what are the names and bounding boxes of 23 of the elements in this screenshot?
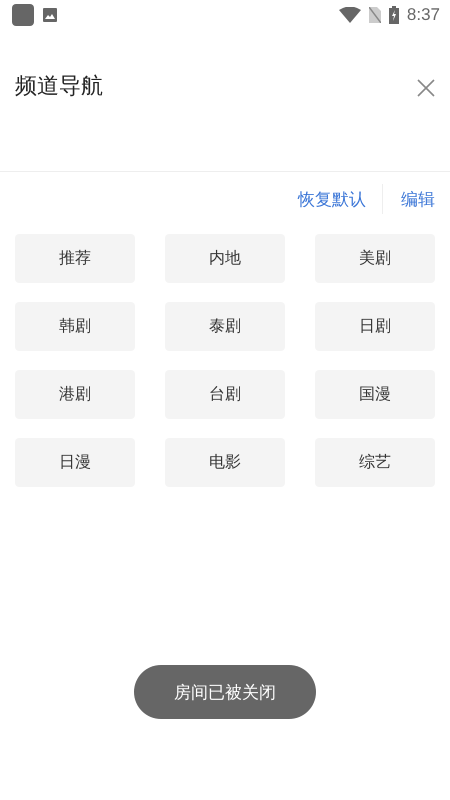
close-icon[interactable] <box>417 79 435 97</box>
image-icon <box>42 7 58 23</box>
action-link[interactable]: 编辑 <box>401 188 435 210</box>
no-sim-icon <box>368 7 381 23</box>
channel-button[interactable]: 国漫 <box>315 370 435 419</box>
toast: 房间已被关闭 <box>134 665 316 719</box>
channel-button[interactable]: 日漫 <box>15 438 135 487</box>
channel-button[interactable]: 内地 <box>165 234 285 283</box>
action-link[interactable]: 恢复默认 <box>298 188 366 210</box>
channel-button[interactable]: 综艺 <box>315 438 435 487</box>
channel-button[interactable]: 推荐 <box>15 234 135 283</box>
clock: 8:37 <box>406 5 440 25</box>
channel-button[interactable]: 电影 <box>165 438 285 487</box>
app-icon <box>12 4 34 26</box>
channel-button[interactable]: 泰剧 <box>165 302 285 351</box>
channel-button[interactable]: 日剧 <box>315 302 435 351</box>
channel-button[interactable]: 韩剧 <box>15 302 135 351</box>
battery-charging-icon <box>388 6 399 24</box>
channel-button[interactable]: 美剧 <box>315 234 435 283</box>
channel-button[interactable]: 台剧 <box>165 370 285 419</box>
wifi-icon <box>338 7 361 23</box>
page-title: 频道导航 <box>15 76 103 98</box>
channel-button[interactable]: 港剧 <box>15 370 135 419</box>
